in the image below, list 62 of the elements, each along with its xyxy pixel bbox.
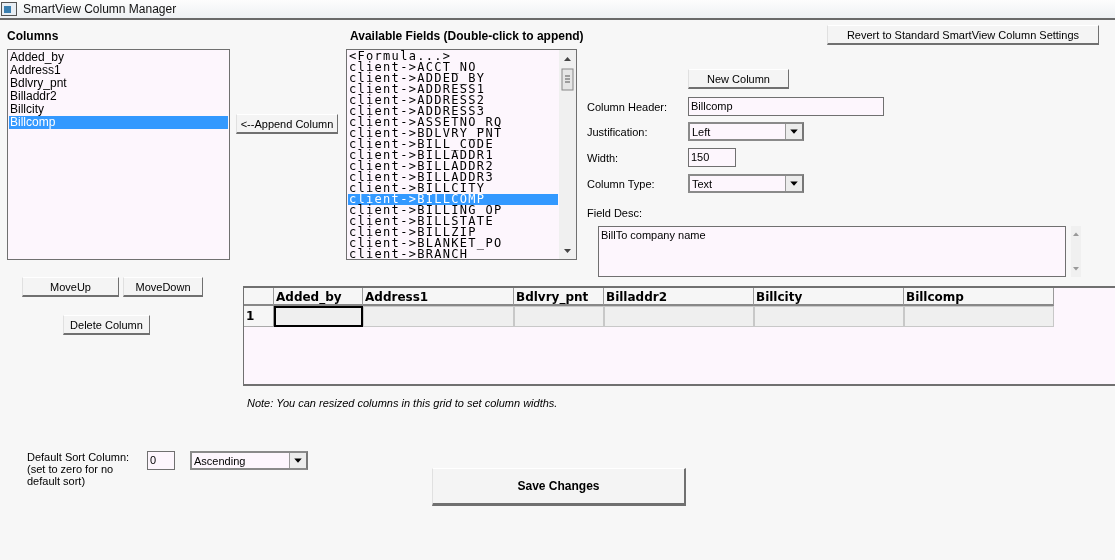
list-item[interactable]: client->BILL_CODE [348,139,558,150]
list-item[interactable]: client->ADDED_BY [348,73,558,84]
column-header[interactable]: Bdlvry_pnt [514,288,604,306]
save-changes-button[interactable]: Save Changes [432,468,686,506]
window-title: SmartView Column Manager [23,2,177,16]
column-header[interactable]: Address1 [363,288,514,306]
column-grid[interactable]: Added_by Address1 Bdlvry_pnt Billaddr2 Billcity Billcomp 1 [243,286,1115,386]
field-desc-field[interactable]: BillTo company name [598,226,1066,277]
note-text: Note: You can resized columns in this grid to set column widths. [247,397,559,409]
delete-column-button[interactable]: Delete Column [63,315,150,335]
sort-column-field[interactable]: 0 [147,451,175,470]
default-sort-label: Default Sort Column: (set to zero for no default sort) [27,451,131,487]
field-label: Field Desc: [587,206,644,219]
list-item[interactable]: client->BILLCITY [348,183,558,194]
list-item[interactable]: Billaddr2 [9,90,228,103]
list-item[interactable]: client->BDLVRY_PNT [348,128,558,139]
columns-heading: Columns [7,29,59,43]
list-item[interactable]: client->BRANCH [348,249,558,259]
available-fields-heading: Available Fields (Double-click to append) [349,29,584,43]
list-item[interactable]: Address1 [9,64,228,77]
list-item[interactable]: client->BILLADDR2 [348,161,558,172]
list-item[interactable]: Added_by [9,51,228,64]
append-column-button[interactable]: <--Append Column [236,114,338,134]
row-header: 1 [244,306,274,327]
list-item[interactable]: client->ACCT_NO [348,62,558,73]
list-item[interactable]: client->BILLING_OP [348,205,558,216]
list-item[interactable]: client->ASSETNO_RQ [348,117,558,128]
list-item[interactable]: client->BLANKET_PO [348,238,558,249]
list-item[interactable]: Billcity [9,103,228,116]
scrollbar[interactable] [1071,226,1081,277]
list-item[interactable]: client->BILLZIP [348,227,558,238]
column-header[interactable]: Added_by [274,288,363,306]
columns-list[interactable]: Added_by Address1 Bdlvry_pnt Billaddr2 Billcity Billcomp [7,49,230,260]
column-header[interactable]: Billcity [754,288,904,306]
field-label: Width: [587,151,620,164]
move-up-button[interactable]: MoveUp [22,277,119,297]
list-item[interactable]: client->BILLSTATE [348,216,558,227]
list-item[interactable]: Bdlvry_pnt [9,77,228,90]
column-header-field[interactable]: Billcomp [688,97,884,116]
list-item[interactable]: client->BILLADDR1 [348,150,558,161]
available-fields-list[interactable] [346,49,577,260]
field-label: Justification: [587,125,649,138]
width-field[interactable]: 150 [688,148,736,167]
field-label: Column Header: [587,100,669,113]
list-item[interactable]: client->ADDRESS3 [348,106,558,117]
list-item[interactable]: client->ADDRESS1 [348,84,558,95]
column-header[interactable]: Billaddr2 [604,288,754,306]
list-item[interactable]: <Formula...> [348,51,558,62]
grid-cell[interactable] [274,306,363,327]
scrollbar[interactable] [559,50,576,259]
new-column-button[interactable]: New Column [688,69,789,89]
justification-dropdown[interactable]: Left [688,122,804,141]
sort-order-dropdown[interactable]: Ascending [190,451,308,470]
list-item[interactable]: client->ADDRESS2 [348,95,558,106]
column-header[interactable]: Billcomp [904,288,1054,306]
grid-corner [244,288,274,306]
list-item[interactable]: client->BILLADDR3 [348,172,558,183]
column-type-dropdown[interactable]: Text [688,174,804,193]
field-label: Column Type: [587,177,656,190]
app-icon [1,2,17,16]
move-down-button[interactable]: MoveDown [123,277,203,297]
revert-button[interactable]: Revert to Standard SmartView Column Settings [827,25,1099,45]
